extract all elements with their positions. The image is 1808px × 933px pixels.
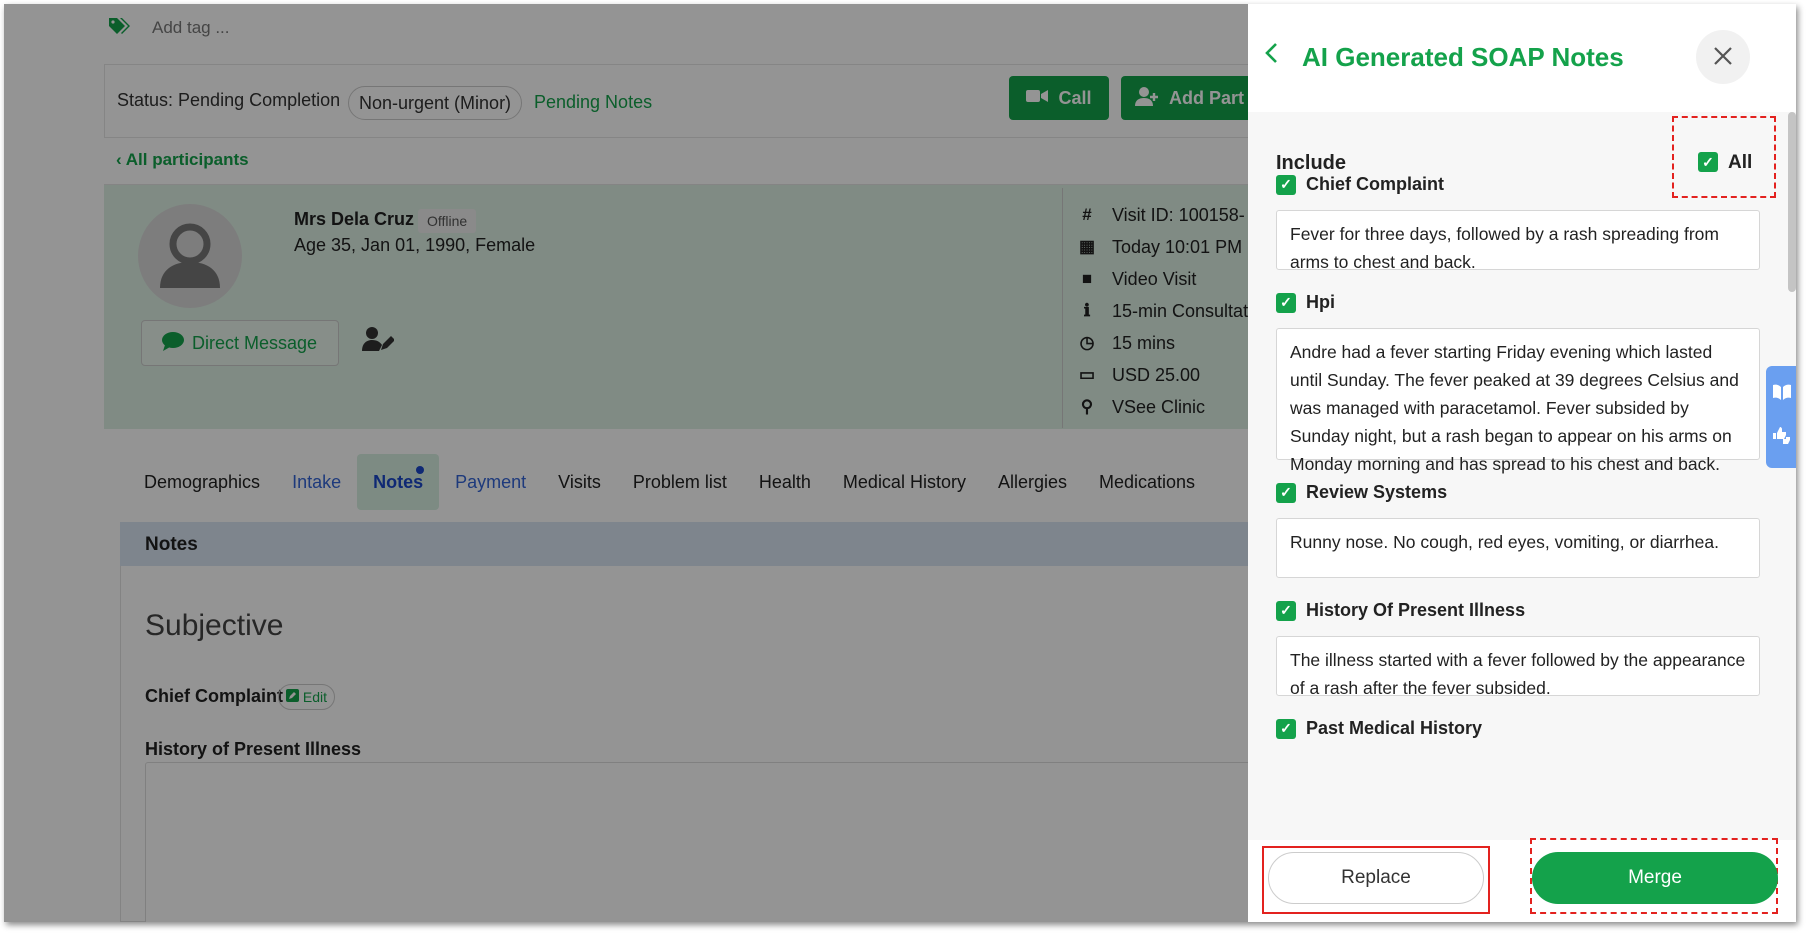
merge-button[interactable]: Merge [1532, 852, 1778, 904]
drawer-scrollbar[interactable] [1788, 112, 1796, 292]
section-toggle-row[interactable]: ✓ Hpi [1276, 292, 1335, 313]
section-checkbox[interactable]: ✓ [1276, 292, 1296, 313]
section-checkbox[interactable]: ✓ [1276, 174, 1296, 195]
section-checkbox[interactable]: ✓ [1276, 482, 1296, 503]
section-label: Past Medical History [1306, 718, 1483, 738]
thumbs-feedback-icon[interactable] [1772, 425, 1792, 450]
all-label: All [1728, 152, 1753, 173]
section-label: Hpi [1306, 292, 1335, 312]
screenshot-frame: Add tag ... Status: Pending Completion N… [0, 0, 1808, 933]
all-highlight [1672, 116, 1776, 198]
section-label: Review Systems [1306, 482, 1448, 502]
replace-button[interactable]: Replace [1268, 852, 1484, 904]
section-checkbox[interactable]: ✓ [1276, 600, 1296, 621]
close-button[interactable] [1696, 30, 1750, 84]
section-checkbox[interactable]: ✓ [1276, 718, 1296, 739]
close-icon [1713, 41, 1733, 73]
section-text-area[interactable]: Fever for three days, followed by a rash… [1276, 210, 1760, 272]
app-window: Add tag ... Status: Pending Completion N… [4, 4, 1796, 922]
section-text-area[interactable]: Runny nose. No cough, red eyes, vomiting… [1276, 518, 1760, 578]
back-chevron-icon[interactable] [1264, 42, 1278, 71]
section-label: Chief Complaint [1306, 174, 1444, 194]
section-toggle-row[interactable]: ✓ History Of Present Illness [1276, 600, 1525, 621]
section-text-area[interactable]: The illness started with a fever followe… [1276, 636, 1760, 698]
section-text-area[interactable]: Andre had a fever starting Friday evenin… [1276, 328, 1760, 474]
section-toggle-row[interactable]: ✓ Past Medical History [1276, 718, 1482, 739]
drawer-title: AI Generated SOAP Notes [1302, 42, 1624, 72]
side-toolbar [1766, 366, 1796, 468]
section-label: History Of Present Illness [1306, 600, 1526, 620]
all-checkbox[interactable]: ✓ [1698, 152, 1718, 172]
include-label: Include [1276, 152, 1347, 174]
modal-backdrop[interactable] [4, 4, 1248, 922]
section-toggle-row[interactable]: ✓ Review Systems [1276, 482, 1447, 503]
book-icon[interactable] [1773, 384, 1791, 405]
section-toggle-row[interactable]: ✓ Chief Complaint [1276, 174, 1444, 195]
